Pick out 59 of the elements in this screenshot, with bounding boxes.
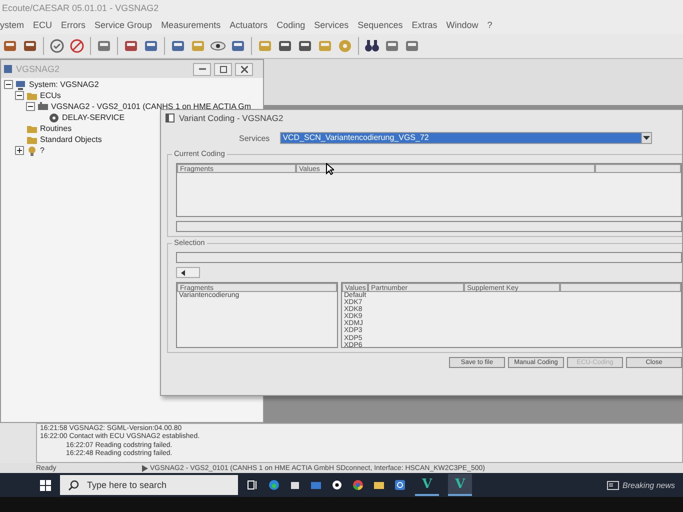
dropdown-arrow-icon — [643, 136, 650, 140]
services-label: Services — [239, 134, 270, 142]
app-icon — [3, 64, 13, 74]
menu-item[interactable]: Coding — [276, 20, 306, 30]
tree-item[interactable]: Standard Objects — [40, 135, 102, 144]
taskbar-app[interactable]: V — [448, 474, 472, 496]
tree-item[interactable]: VGSNAG2 - VGS2_0101 (CANHS 1 on HME ACTIA Gm — [51, 102, 252, 111]
news-icon — [606, 480, 619, 490]
maximize-button[interactable] — [214, 62, 232, 76]
services-dropdown[interactable]: VCD_SCN_Variantencodierung_VGS_72 — [280, 132, 652, 144]
start-button[interactable] — [40, 480, 51, 490]
collapse-icon[interactable] — [26, 102, 35, 111]
coding-string-field[interactable] — [176, 221, 682, 232]
chrome-icon[interactable] — [352, 479, 364, 491]
close-icon — [240, 66, 248, 72]
scroll-left-button[interactable] — [176, 267, 200, 278]
window-title: VGSNAG2 — [16, 64, 60, 74]
binoculars-icon[interactable] — [364, 38, 380, 54]
menu-item[interactable]: Sequences — [358, 20, 403, 30]
mouse-cursor-icon — [326, 163, 334, 175]
news-widget[interactable]: Breaking news — [606, 480, 683, 490]
tree-item[interactable]: System: VGSNAG2 — [29, 80, 99, 89]
dialog-title: Variant Coding - VGSNAG2 — [179, 113, 284, 123]
menu-item[interactable]: ECU — [33, 20, 52, 30]
menu-item[interactable]: Window — [446, 20, 478, 30]
maximize-icon — [220, 66, 226, 72]
task-view-icon[interactable] — [247, 479, 259, 491]
tree-item[interactable]: ? — [40, 146, 44, 155]
minimize-icon — [198, 68, 206, 70]
close-button[interactable] — [235, 62, 253, 76]
window-title: Ecoute/CAESAR 05.01.01 - VGSNAG2 — [2, 3, 159, 13]
search-input[interactable]: Type here to search — [87, 480, 227, 490]
collapse-icon[interactable] — [15, 91, 24, 100]
bulb-icon — [26, 144, 38, 156]
tree-item[interactable]: ECUs — [40, 91, 61, 100]
connection-icon — [142, 464, 148, 472]
menu-item[interactable]: Services — [314, 20, 349, 30]
selection-field[interactable] — [176, 252, 682, 263]
menu-item[interactable]: Errors — [61, 20, 86, 30]
minimize-button[interactable] — [193, 62, 211, 76]
expand-icon[interactable] — [15, 146, 24, 155]
tree-item[interactable]: Routines — [40, 124, 72, 133]
no-entry-icon[interactable] — [69, 38, 85, 54]
windows-logo-icon — [40, 480, 51, 490]
menu-item[interactable]: Service Group — [94, 20, 152, 30]
left-arrow-icon — [181, 270, 185, 276]
mail-icon[interactable] — [310, 479, 322, 491]
computer-icon — [15, 78, 27, 90]
check-icon[interactable] — [49, 38, 65, 54]
menu-item[interactable]: Measurements — [161, 20, 221, 30]
tree-item[interactable]: DELAY-SERVICE — [62, 113, 125, 122]
browser-icon[interactable] — [268, 479, 280, 491]
search-icon — [68, 480, 79, 490]
search-field[interactable]: Type here to search — [60, 475, 238, 495]
menu-item[interactable]: ystem — [0, 20, 24, 30]
menu-item[interactable]: Extras — [412, 20, 438, 30]
collapse-icon[interactable] — [4, 80, 13, 89]
menu-item[interactable]: ? — [487, 20, 492, 30]
menu-item[interactable]: Actuators — [230, 20, 268, 30]
